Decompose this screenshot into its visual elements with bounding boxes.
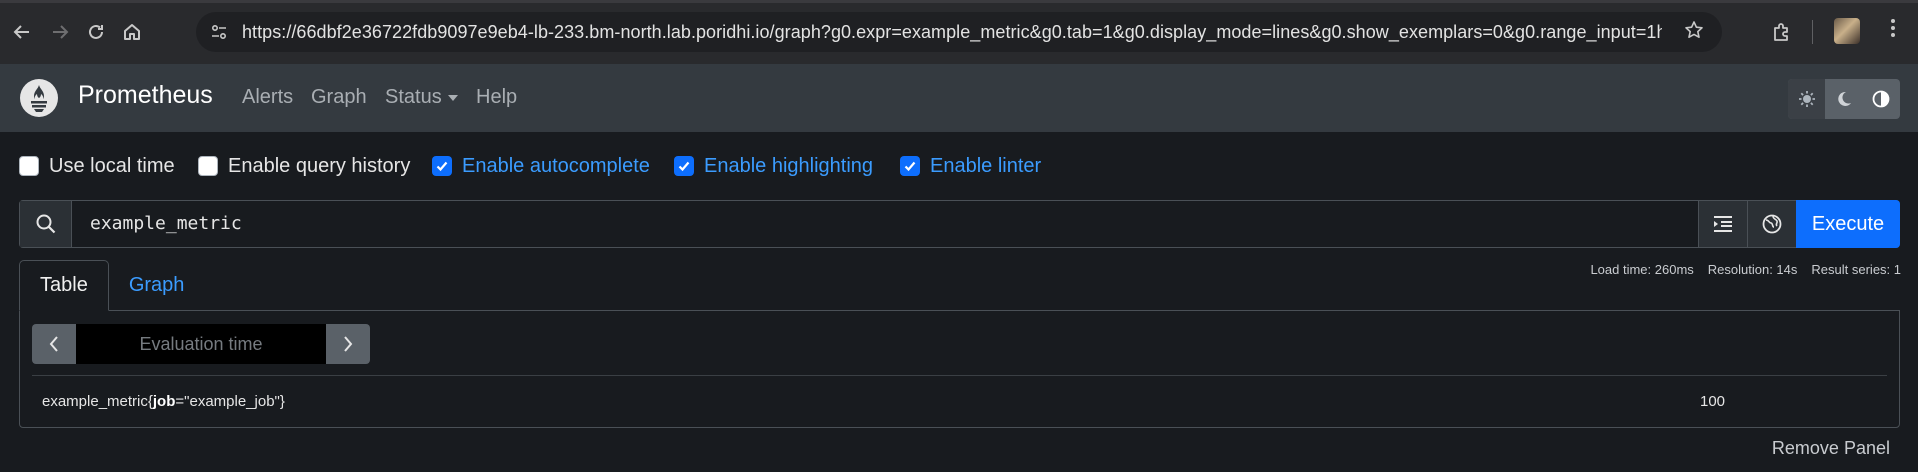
expression-bar: example_metric Execute	[19, 200, 1900, 248]
extensions-icon[interactable]	[1764, 14, 1800, 50]
table-row: example_metric{job="example_job"} 100	[42, 385, 1885, 419]
expression-input[interactable]: example_metric	[72, 201, 1698, 247]
option-local-time[interactable]: Use local time	[19, 150, 175, 182]
reload-icon[interactable]	[76, 12, 116, 52]
table-panel: Evaluation time example_metric{job="exam…	[19, 310, 1900, 428]
profile-avatar[interactable]	[1834, 18, 1860, 44]
option-query-history[interactable]: Enable query history	[198, 150, 410, 182]
load-time: Load time: 260ms	[1590, 262, 1694, 277]
query-stats: Load time: 260ms Resolution: 14s Result …	[1590, 262, 1901, 277]
highlighting-checkbox[interactable]	[674, 156, 694, 176]
evaluation-time-group: Evaluation time	[32, 324, 370, 364]
series-label: example_metric{job="example_job"}	[42, 393, 285, 410]
resolution: Resolution: 14s	[1707, 262, 1798, 277]
chevron-right-icon[interactable]	[326, 324, 370, 364]
browser-toolbar: https://66dbf2e36722fdb9097e9eb4-lb-233.…	[0, 0, 1918, 64]
caret-down-icon	[447, 94, 458, 101]
autocomplete-checkbox[interactable]	[432, 156, 452, 176]
local-time-checkbox[interactable]	[19, 156, 39, 176]
highlighting-label[interactable]: Enable highlighting	[704, 155, 873, 178]
tab-table[interactable]: Table	[19, 260, 109, 311]
panel-tabs: Table Graph	[19, 260, 204, 311]
autocomplete-label[interactable]: Enable autocomplete	[462, 155, 650, 178]
nav-status-dropdown[interactable]: Status	[385, 86, 458, 109]
bookmark-star-icon[interactable]	[1684, 20, 1704, 46]
execute-button[interactable]: Execute	[1796, 200, 1900, 248]
back-icon[interactable]	[2, 12, 42, 52]
result-series: Result series: 1	[1811, 262, 1901, 277]
prometheus-logo-icon[interactable]	[19, 78, 59, 118]
tab-graph[interactable]: Graph	[109, 260, 205, 311]
tab-strip-edge	[0, 0, 1918, 3]
series-value: 100	[1700, 393, 1726, 410]
url-text[interactable]: https://66dbf2e36722fdb9097e9eb4-lb-233.…	[242, 22, 1662, 43]
label-value: "example_job"	[184, 393, 280, 410]
search-icon	[20, 201, 72, 247]
format-expression-icon[interactable]	[1698, 201, 1747, 247]
table-divider	[32, 375, 1887, 376]
toolbar-separator	[1812, 20, 1813, 44]
label-key: job	[152, 393, 176, 410]
brand-title[interactable]: Prometheus	[78, 81, 213, 110]
query-history-label[interactable]: Enable query history	[228, 155, 410, 178]
evaluation-time-input[interactable]: Evaluation time	[76, 324, 326, 364]
home-icon[interactable]	[112, 12, 152, 52]
query-history-checkbox[interactable]	[198, 156, 218, 176]
nav-alerts-link[interactable]: Alerts	[242, 86, 293, 109]
nav-status-label: Status	[385, 86, 442, 108]
auto-theme-icon[interactable]	[1862, 79, 1899, 119]
option-highlighting[interactable]: Enable highlighting	[674, 150, 873, 182]
metric-name: example_metric	[42, 393, 148, 410]
nav-help-link[interactable]: Help	[476, 86, 517, 109]
chevron-left-icon[interactable]	[32, 324, 76, 364]
dark-theme-icon[interactable]	[1825, 79, 1862, 119]
theme-toggle-group	[1788, 79, 1900, 119]
light-theme-icon[interactable]	[1788, 79, 1825, 119]
menu-icon[interactable]	[1878, 16, 1908, 48]
linter-label[interactable]: Enable linter	[930, 155, 1041, 178]
remove-panel-link[interactable]: Remove Panel	[1772, 438, 1890, 459]
query-options: Use local time Enable query history Enab…	[0, 150, 1918, 182]
nav-graph-link[interactable]: Graph	[311, 86, 367, 109]
linter-checkbox[interactable]	[900, 156, 920, 176]
local-time-label[interactable]: Use local time	[49, 155, 175, 178]
forward-icon[interactable]	[40, 12, 80, 52]
site-info-icon[interactable]	[204, 17, 234, 47]
option-linter[interactable]: Enable linter	[900, 150, 1041, 182]
address-bar[interactable]: https://66dbf2e36722fdb9097e9eb4-lb-233.…	[196, 12, 1722, 52]
metrics-explorer-icon[interactable]	[1747, 201, 1796, 247]
prometheus-navbar: Prometheus Alerts Graph Status Help	[0, 64, 1918, 132]
option-autocomplete[interactable]: Enable autocomplete	[432, 150, 650, 182]
